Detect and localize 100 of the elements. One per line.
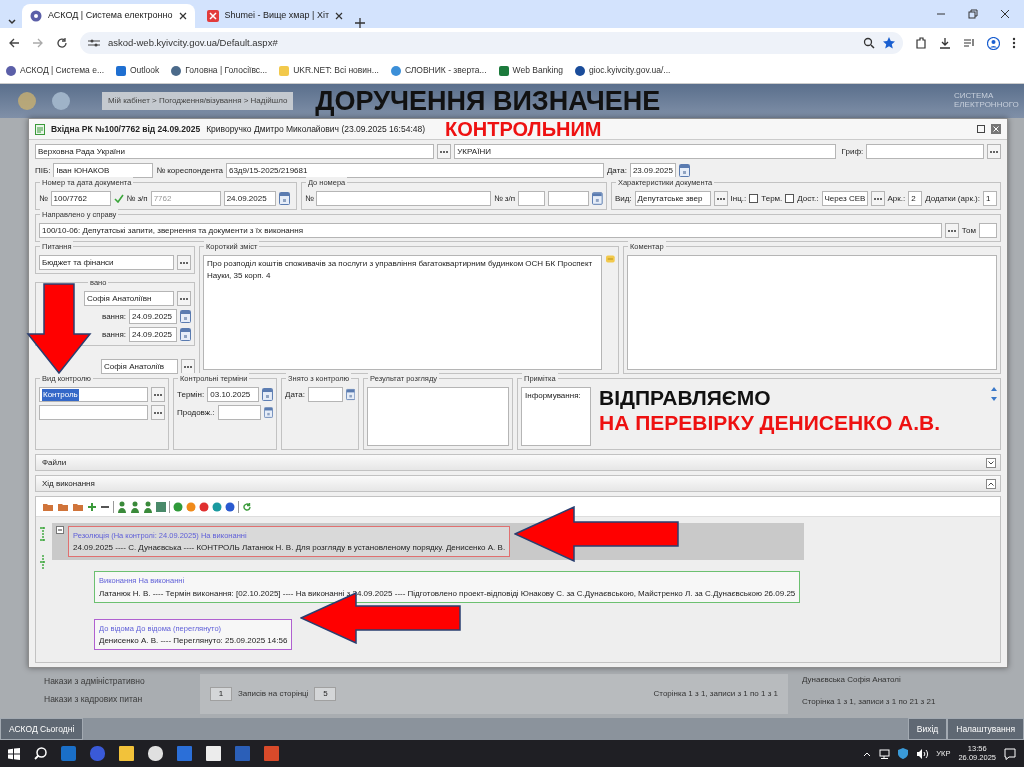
text-area[interactable]: Інформування: (521, 387, 591, 446)
chevron-up-icon[interactable] (863, 750, 872, 757)
address-bar[interactable]: askod-web.kyivcity.gov.ua/Default.aspx# (80, 32, 903, 54)
speaker-icon[interactable] (916, 748, 929, 759)
bookmark[interactable]: Web Banking (498, 64, 563, 77)
panel-header[interactable]: Хід виконання (35, 475, 1001, 492)
status-dot-icon[interactable] (212, 501, 222, 512)
refresh-icon[interactable] (242, 501, 252, 512)
search-icon[interactable] (34, 747, 47, 760)
scroll-arrows-icon[interactable] (991, 387, 997, 401)
calendar-icon[interactable] (264, 406, 273, 419)
extensions-icon[interactable] (915, 37, 927, 49)
browse-button[interactable] (870, 191, 885, 206)
list-item[interactable]: Накази з адміністративно (44, 674, 194, 688)
close-icon[interactable] (178, 12, 187, 20)
expand-icon[interactable] (986, 457, 996, 468)
status-dot-icon[interactable] (173, 501, 183, 512)
star-icon[interactable] (883, 37, 895, 49)
toolbar-button[interactable]: Налаштування (947, 718, 1024, 740)
calendar-icon[interactable] (262, 388, 273, 401)
notifications-icon[interactable] (1004, 747, 1016, 760)
toolbar-button[interactable]: Вихід (907, 718, 948, 740)
input-field[interactable]: 24.09.2025 (129, 309, 177, 324)
browse-button[interactable] (177, 291, 191, 306)
bookmark[interactable]: gioc.kyivcity.gov.ua/... (574, 64, 671, 77)
bookmark[interactable]: АСКОД | Система е... (6, 64, 104, 77)
input-field[interactable] (316, 191, 492, 206)
input-field[interactable] (307, 387, 343, 402)
input-field[interactable] (866, 144, 984, 159)
new-tab-icon[interactable] (355, 18, 366, 28)
browse-button[interactable] (713, 191, 728, 206)
browse-button[interactable] (151, 387, 165, 402)
bookmark[interactable]: Outlook (116, 64, 160, 77)
input-field[interactable] (518, 191, 546, 206)
close-icon[interactable] (335, 12, 344, 20)
calendar-icon[interactable] (278, 192, 290, 205)
browse-button[interactable] (177, 255, 191, 270)
app-icon[interactable] (148, 746, 163, 761)
text-area[interactable]: Про розподіл коштів споживачів за послуги з управління багатоквартирним будинком ОСН БК Проспект Науки, 35 корп. 4 (203, 255, 603, 370)
calendar-icon[interactable] (180, 328, 191, 341)
forward-icon[interactable] (32, 37, 44, 49)
page-size-select[interactable]: 5 (314, 687, 337, 701)
back-icon[interactable] (8, 37, 20, 49)
list-item[interactable]: Накази з кадрових питан (44, 693, 194, 706)
collapse-icon[interactable] (986, 478, 996, 489)
browser-tab[interactable]: Shumei - Вище хмар | Хіт (198, 4, 352, 28)
status-dot-icon[interactable] (186, 501, 196, 512)
restore-icon[interactable] (968, 9, 978, 19)
checkbox[interactable] (749, 194, 759, 203)
site-settings-icon[interactable] (88, 38, 100, 48)
input-field[interactable] (39, 405, 148, 420)
zoom-icon[interactable] (863, 37, 875, 49)
calendar-icon[interactable] (592, 192, 603, 205)
input-field[interactable]: Софія Анатоліївн (84, 291, 174, 306)
bookmark[interactable]: СЛОВНИК - зверта... (390, 64, 487, 77)
download-icon[interactable] (939, 37, 951, 49)
input-field[interactable]: 24.09.2025 (129, 327, 177, 342)
profile-icon[interactable] (987, 36, 1000, 50)
calendar-icon[interactable] (180, 310, 191, 323)
browse-button[interactable] (987, 144, 1001, 159)
maximize-icon[interactable] (977, 125, 985, 133)
page-input[interactable]: 1 (210, 687, 232, 701)
calendar-icon[interactable] (345, 388, 355, 401)
bookmark[interactable]: UKR.NET: Всі новин... (279, 64, 379, 77)
input-field[interactable]: Софія Анатоліїв (101, 359, 178, 374)
menu-icon[interactable] (1012, 37, 1016, 49)
media-icon[interactable] (963, 37, 975, 49)
collapse-icon[interactable] (56, 526, 64, 534)
calendar-icon[interactable] (678, 164, 690, 177)
person-icon[interactable] (143, 500, 153, 513)
input-field[interactable]: 100/7762 (50, 191, 111, 206)
browse-button[interactable] (437, 144, 452, 159)
browser-tab[interactable]: АСКОД | Система електронно (22, 4, 195, 28)
input-field[interactable]: Контроль (39, 387, 148, 402)
plus-icon[interactable] (87, 501, 97, 512)
home-button[interactable]: АСКОД Сьогодні (0, 718, 84, 740)
bookmark[interactable]: Головна | Голосіївс... (171, 64, 268, 77)
input-field[interactable]: Через СЕВ (821, 191, 868, 206)
status-dot-icon[interactable] (199, 501, 209, 512)
input-field[interactable]: 63д9/15-2025/219681 (225, 163, 604, 178)
input-field[interactable] (979, 223, 997, 238)
shield-icon[interactable] (898, 748, 909, 759)
start-icon[interactable] (8, 747, 20, 760)
checkbox[interactable] (785, 194, 795, 203)
network-icon[interactable] (879, 748, 891, 759)
browse-button[interactable] (944, 223, 959, 238)
input-field[interactable] (548, 191, 590, 206)
input-field[interactable]: 100/10-06: Депутатські запити, звернення та документи з їх виконання (39, 223, 942, 238)
input-field[interactable]: 2 (908, 191, 923, 206)
input-field[interactable]: 24.09.2025 (223, 191, 276, 206)
input-field[interactable] (217, 405, 262, 420)
input-field[interactable]: 1 (983, 191, 997, 206)
close-icon[interactable] (1000, 9, 1010, 19)
input-field[interactable]: УКРАЇНИ (454, 144, 836, 159)
status-dot-icon[interactable] (225, 501, 235, 512)
browse-button[interactable] (151, 405, 165, 420)
input-field[interactable]: Верховна Рада України (35, 144, 435, 159)
reload-icon[interactable] (56, 37, 68, 49)
square-icon[interactable] (156, 501, 166, 512)
input-field[interactable]: 03.10.2025 (207, 387, 260, 402)
